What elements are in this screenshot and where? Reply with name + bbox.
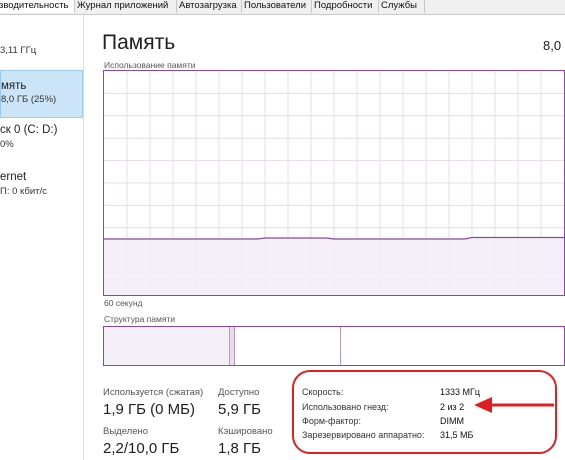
usage-area [104,237,564,295]
available-value: 5,9 ГБ [218,401,261,418]
memory-structure-bar [103,326,565,366]
tab-users[interactable]: Пользователи [242,0,312,13]
sidebar-cpu-sub: 3,11 ГГц [0,45,37,56]
speed-label: Скорость: [302,387,344,397]
tab-performance[interactable]: зводительность [0,0,75,13]
resource-sidebar: 3,11 ГГц мять 8,0 ГБ (25%) ск 0 (C: D:) … [0,15,84,460]
page-title: Память [102,31,176,54]
usage-graph-svg [104,71,564,295]
sidebar-memory-sub: 8,0 ГБ (25%) [1,94,57,105]
sidebar-item-ethernet[interactable]: ernet П: 0 кбит/с [0,167,83,207]
form-factor-value: DIMM [440,416,464,426]
in-use-label: Используется (сжатая) [103,387,204,398]
form-factor-label: Форм-фактор: [302,416,362,426]
structure-free [341,327,564,365]
sidebar-ethernet-title: ernet [0,171,27,183]
sidebar-memory-title: мять [1,80,27,92]
in-use-value: 1,9 ГБ (0 МБ) [103,401,195,418]
hardware-reserved-value: 31,5 МБ [440,430,474,440]
tab-strip: зводительность Журнал приложений Автозаг… [0,0,565,15]
slots-used-label: Использовано гнезд: [302,402,389,412]
slots-used-value: 2 из 2 [440,402,465,412]
sidebar-ethernet-sub: П: 0 кбит/с [0,186,47,197]
cached-label: Кэшировано [218,426,273,437]
structure-in-use [104,327,230,365]
annotation-arrow-icon [474,397,554,413]
available-label: Доступно [218,387,260,398]
sidebar-disk-title: ск 0 (C: D:) [0,124,58,136]
sidebar-item-cpu[interactable]: 3,11 ГГц [0,39,83,59]
tab-details[interactable]: Подробности [312,0,379,13]
sidebar-item-disk[interactable]: ск 0 (C: D:) 0% [0,120,83,160]
memory-usage-graph [103,70,565,296]
sidebar-disk-sub: 0% [0,139,14,150]
tab-startup[interactable]: Автозагрузка [177,0,242,13]
cached-value: 1,8 ГБ [218,440,261,457]
tab-services[interactable]: Службы [379,0,425,13]
usage-label: Использование памяти [104,60,196,70]
time-span-label: 60 секунд [104,298,143,308]
structure-label: Структура памяти [104,314,176,324]
committed-label: Выделено [103,426,149,437]
memory-total: 8,0 [543,38,562,53]
tab-app-history[interactable]: Журнал приложений [75,0,177,13]
structure-standby [235,327,341,365]
hardware-reserved-label: Зарезервировано аппаратно: [302,430,425,440]
sidebar-item-memory[interactable]: мять 8,0 ГБ (25%) [0,70,83,118]
committed-value: 2,2/10,0 ГБ [103,440,180,457]
